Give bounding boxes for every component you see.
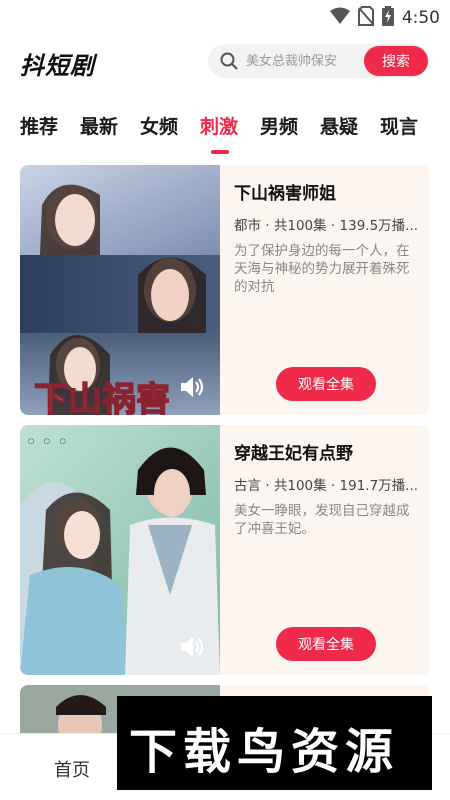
- search-box[interactable]: 搜索: [208, 44, 430, 78]
- tab-latest[interactable]: 最新: [80, 112, 118, 139]
- tab-modern-romance[interactable]: 现言: [380, 112, 418, 139]
- watch-full-button[interactable]: 观看全集: [276, 627, 376, 661]
- drama-title[interactable]: 下山祸害师姐: [234, 179, 422, 204]
- search-icon: [220, 52, 238, 74]
- poster-title-art: 下山祸害: [34, 380, 170, 415]
- no-sim-icon: [357, 6, 374, 30]
- drama-meta: 古言 · 共100集 · 191.7万播...: [234, 478, 419, 494]
- drama-poster[interactable]: 下山祸害: [20, 165, 220, 415]
- header: 抖短剧 搜索: [0, 40, 450, 84]
- watch-full-button[interactable]: 观看全集: [276, 367, 376, 401]
- battery-charging-icon: [381, 6, 394, 30]
- drama-info: 穿越王妃有点野 古言 · 共100集 · 191.7万播... 美女一睁眼，发现…: [234, 439, 422, 538]
- poster-title-art: ◦ ◦ ◦: [26, 432, 68, 451]
- status-time: 4:50: [401, 8, 440, 28]
- active-tab-indicator: [211, 150, 229, 154]
- search-input[interactable]: [246, 44, 356, 78]
- drama-info: 下山祸害师姐 都市 · 共100集 · 139.5万播... 为了保护身边的每一…: [234, 179, 422, 296]
- drama-card[interactable]: ◦ ◦ ◦ 穿越王妃有点野 古言 · 共100集 · 191.7万播... 美女…: [20, 425, 430, 675]
- drama-description: 美女一睁眼，发现自己穿越成了冲喜王妃。: [234, 503, 410, 537]
- drama-title[interactable]: 穿越王妃有点野: [234, 439, 422, 464]
- tab-recommend[interactable]: 推荐: [20, 112, 58, 139]
- sound-icon[interactable]: [178, 633, 206, 665]
- drama-card[interactable]: 下山祸害 下山祸害师姐 都市 · 共100集 · 139.5万播... 为了保护…: [20, 165, 430, 415]
- drama-description: 为了保护身边的每一个人，在天海与神秘的势力展开着殊死的对抗: [234, 243, 410, 295]
- sound-icon[interactable]: [178, 373, 206, 405]
- watermark-text: 下载鸟资源: [129, 724, 400, 780]
- tab-female[interactable]: 女频: [140, 112, 178, 139]
- status-icons: 4:50: [329, 6, 440, 30]
- drama-poster[interactable]: ◦ ◦ ◦: [20, 425, 220, 675]
- drama-meta: 都市 · 共100集 · 139.5万播...: [234, 218, 419, 234]
- category-tabs: 推荐 最新 女频 刺激 男频 悬疑 现言: [0, 108, 450, 156]
- app-title: 抖短剧: [20, 52, 95, 80]
- status-bar: 4:50: [0, 0, 450, 32]
- watermark-banner: 下载鸟资源: [117, 696, 432, 790]
- tab-thrill[interactable]: 刺激: [200, 112, 238, 139]
- tab-suspense[interactable]: 悬疑: [320, 112, 358, 139]
- wifi-icon: [329, 7, 350, 29]
- tab-male[interactable]: 男频: [260, 112, 298, 139]
- nav-home[interactable]: 首页: [54, 756, 90, 782]
- search-button[interactable]: 搜索: [364, 46, 428, 76]
